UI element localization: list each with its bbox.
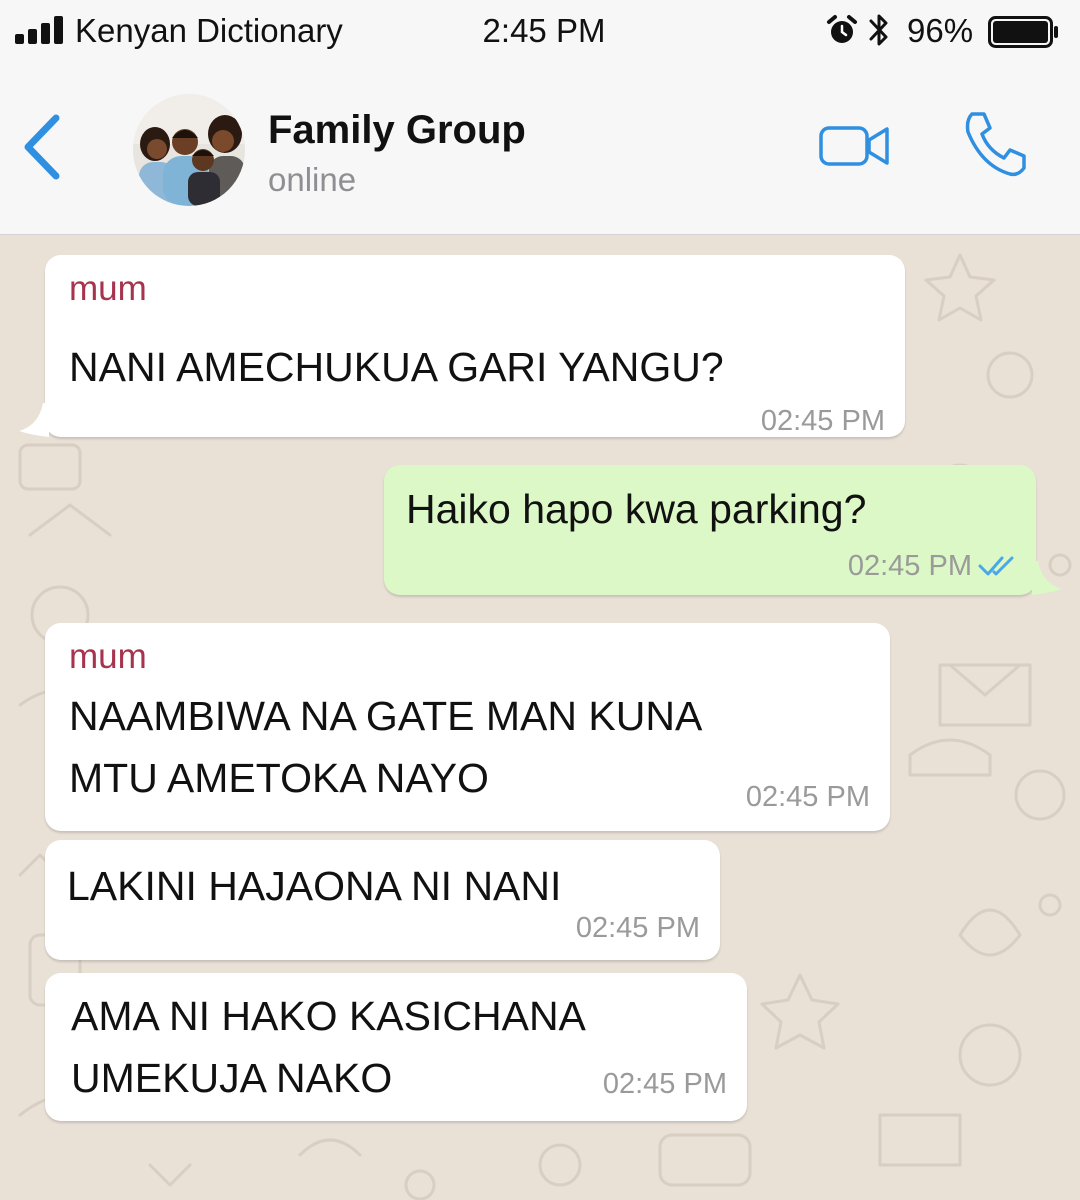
battery-percentage: 96%: [907, 12, 974, 49]
chat-title[interactable]: Family Group: [268, 108, 526, 153]
chat-area[interactable]: mum NANI AMECHUKUA GARI YANGU? 02:45 PM …: [0, 235, 1080, 1200]
sender-name[interactable]: mum: [69, 269, 147, 309]
message-text: AMA NI HAKO KASICHANA: [71, 993, 586, 1039]
double-check-icon: [978, 556, 1014, 576]
bluetooth-icon: [869, 14, 888, 46]
message-time: 02:45 PM: [847, 550, 972, 582]
group-avatar[interactable]: [133, 94, 245, 206]
back-chevron-icon[interactable]: [18, 112, 68, 182]
message-text: UMEKUJA NAKO: [71, 1055, 393, 1101]
chat-header: Family Group online: [0, 60, 1080, 235]
message-bubble-incoming[interactable]: AMA NI HAKO KASICHANA UMEKUJA NAKO 02:45…: [45, 973, 747, 1121]
message-bubble-incoming[interactable]: mum NAAMBIWA NA GATE MAN KUNA MTU AMETOK…: [45, 623, 890, 831]
status-bar: Kenyan Dictionary 2:45 PM 96%: [0, 0, 1080, 60]
video-camera-icon[interactable]: [815, 120, 895, 172]
bubble-tail: [19, 403, 49, 437]
message-time: 02:45 PM: [602, 1068, 727, 1100]
message-bubble-incoming[interactable]: mum NANI AMECHUKUA GARI YANGU? 02:45 PM: [19, 255, 905, 437]
bubble-tail: [1032, 561, 1062, 595]
message-text: NAAMBIWA NA GATE MAN KUNA: [69, 693, 703, 739]
alarm-icon: [827, 15, 857, 43]
phone-icon[interactable]: [958, 108, 1032, 182]
sender-name[interactable]: mum: [69, 637, 147, 677]
message-bubble-outgoing[interactable]: Haiko hapo kwa parking? 02:45 PM: [384, 465, 1062, 595]
chat-status: online: [268, 161, 357, 198]
battery-icon: [988, 16, 1058, 48]
message-time: 02:45 PM: [745, 781, 870, 813]
message-time: 02:45 PM: [575, 912, 700, 944]
message-time: 02:45 PM: [760, 405, 885, 437]
message-text: MTU AMETOKA NAYO: [69, 755, 489, 801]
message-text: LAKINI HAJAONA NI NANI: [67, 863, 562, 909]
message-text: NANI AMECHUKUA GARI YANGU?: [69, 344, 724, 390]
message-text: Haiko hapo kwa parking?: [406, 486, 867, 532]
message-bubble-incoming[interactable]: LAKINI HAJAONA NI NANI 02:45 PM: [45, 840, 720, 960]
